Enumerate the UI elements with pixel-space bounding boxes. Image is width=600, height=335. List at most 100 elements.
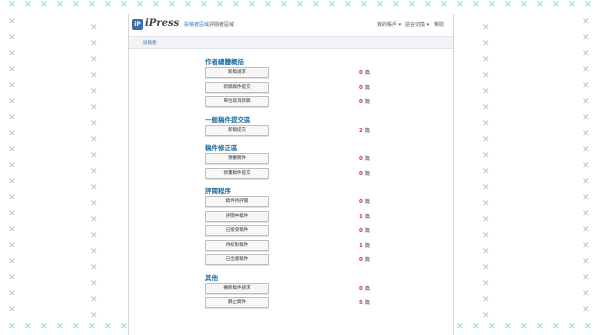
section-title: 一般稿件提交區 xyxy=(205,115,251,124)
cross-decoration-icon: ✕ xyxy=(120,0,128,10)
count-value: 0 xyxy=(359,257,363,263)
cross-decoration-icon: ✕ xyxy=(582,81,590,91)
section-title: 其他 xyxy=(205,273,218,282)
cross-decoration-icon: ✕ xyxy=(482,87,490,97)
cross-decoration-icon: ✕ xyxy=(408,0,416,10)
cross-decoration-icon: ✕ xyxy=(90,55,98,65)
cross-decoration-icon: ✕ xyxy=(90,295,98,305)
cross-decoration-icon: ✕ xyxy=(552,0,560,10)
item-count: 0篇 xyxy=(359,69,370,76)
cross-decoration-icon: ✕ xyxy=(482,279,490,289)
cross-decoration-icon: ✕ xyxy=(440,0,448,10)
cross-decoration-icon: ✕ xyxy=(482,39,490,49)
cross-decoration-icon: ✕ xyxy=(504,0,512,10)
menu-button[interactable]: 單位取消新稿 xyxy=(205,96,269,107)
ipress-logo-icon: iP xyxy=(132,19,143,30)
menu-button[interactable]: 已出版稿件 xyxy=(205,254,269,265)
cross-decoration-icon: ✕ xyxy=(456,322,464,332)
cross-decoration-icon: ✕ xyxy=(582,273,590,283)
menu-button[interactable]: 新稿稿件提交 xyxy=(205,81,269,93)
item-count: 2篇 xyxy=(359,127,370,134)
menu-button[interactable]: 預審稿件 xyxy=(205,153,269,164)
cross-decoration-icon: ✕ xyxy=(8,33,16,43)
cross-decoration-icon: ✕ xyxy=(90,279,98,289)
menu-button[interactable]: 稿件待評閱 xyxy=(205,196,269,207)
cross-decoration-icon: ✕ xyxy=(582,289,590,299)
cross-decoration-icon: ✕ xyxy=(168,0,176,10)
menu-button[interactable]: 新稿提交 xyxy=(205,124,269,136)
cross-decoration-icon: ✕ xyxy=(582,113,590,123)
cross-decoration-icon: ✕ xyxy=(482,119,490,129)
count-unit: 篇 xyxy=(364,285,370,292)
cross-decoration-icon: ✕ xyxy=(344,0,352,10)
cross-decoration-icon: ✕ xyxy=(8,273,16,283)
cross-decoration-icon: ✕ xyxy=(482,55,490,65)
count-unit: 篇 xyxy=(364,257,370,263)
menu-button[interactable]: 評閱中稿件 xyxy=(205,210,269,222)
cross-decoration-icon: ✕ xyxy=(90,167,98,177)
item-count: 0篇 xyxy=(359,84,370,91)
cross-decoration-icon: ✕ xyxy=(90,119,98,129)
cross-decoration-icon: ✕ xyxy=(264,0,272,10)
cross-decoration-icon: ✕ xyxy=(582,49,590,59)
count-value: 0 xyxy=(359,156,363,162)
cross-decoration-icon: ✕ xyxy=(8,113,16,123)
section-title: 稿件修正區 xyxy=(205,144,238,152)
menu-button[interactable]: 修畫稿件提交 xyxy=(205,167,269,179)
item-count: 0篇 xyxy=(359,285,370,292)
count-unit: 篇 xyxy=(364,156,370,162)
menu-button[interactable]: 已接受稿件 xyxy=(205,225,269,236)
cross-decoration-icon: ✕ xyxy=(8,65,16,75)
cross-decoration-icon: ✕ xyxy=(8,289,16,299)
breadcrumb[interactable]: 投稿者 xyxy=(143,40,157,46)
cross-decoration-icon: ✕ xyxy=(520,0,528,10)
menu-button[interactable]: 轉移稿件請求 xyxy=(205,282,269,294)
nav-reviewer-area[interactable]: 評閱者區域 xyxy=(209,21,234,28)
language-menu[interactable]: 語言切換 ▾ xyxy=(405,21,429,28)
cross-decoration-icon: ✕ xyxy=(582,65,590,75)
cross-decoration-icon: ✕ xyxy=(136,0,144,10)
cross-decoration-icon: ✕ xyxy=(56,322,64,332)
cross-decoration-icon: ✕ xyxy=(568,0,576,10)
count-unit: 篇 xyxy=(364,199,370,205)
cross-decoration-icon: ✕ xyxy=(8,161,16,171)
cross-decoration-icon: ✕ xyxy=(90,311,98,321)
section-title: 作者總體概括 xyxy=(205,58,244,66)
account-menu[interactable]: 我的帳戶 ▾ xyxy=(377,21,401,28)
count-value: 0 xyxy=(359,84,363,91)
top-navigation: iP iPress 投稿者區域 評閱者區域 我的帳戶 ▾ 語言切換 ▾ 幫助 xyxy=(129,14,453,36)
cross-decoration-icon: ✕ xyxy=(90,215,98,225)
cross-decoration-icon: ✕ xyxy=(482,151,490,161)
cross-decoration-icon: ✕ xyxy=(582,193,590,203)
cross-decoration-icon: ✕ xyxy=(8,17,16,27)
cross-decoration-icon: ✕ xyxy=(582,17,590,27)
cross-decoration-icon: ✕ xyxy=(8,209,16,219)
cross-decoration-icon: ✕ xyxy=(90,71,98,81)
cross-decoration-icon: ✕ xyxy=(482,311,490,321)
cross-decoration-icon: ✕ xyxy=(56,0,64,10)
cross-decoration-icon: ✕ xyxy=(152,0,160,10)
nav-author-area[interactable]: 投稿者區域 xyxy=(184,21,209,28)
cross-decoration-icon: ✕ xyxy=(582,161,590,171)
cross-decoration-icon: ✕ xyxy=(90,39,98,49)
item-count: 0篇 xyxy=(359,198,370,205)
cross-decoration-icon: ✕ xyxy=(360,0,368,10)
count-value: 1 xyxy=(359,242,363,249)
cross-decoration-icon: ✕ xyxy=(40,322,48,332)
menu-button[interactable]: 新稿請求 xyxy=(205,67,269,78)
cross-decoration-icon: ✕ xyxy=(8,97,16,107)
cross-decoration-icon: ✕ xyxy=(488,0,496,10)
cross-decoration-icon: ✕ xyxy=(536,322,544,332)
cross-decoration-icon: ✕ xyxy=(104,0,112,10)
cross-decoration-icon: ✕ xyxy=(582,241,590,251)
cross-decoration-icon: ✕ xyxy=(90,263,98,273)
item-count: 0篇 xyxy=(359,98,370,105)
menu-button[interactable]: 待校對稿件 xyxy=(205,239,269,251)
cross-decoration-icon: ✕ xyxy=(482,247,490,257)
cross-decoration-icon: ✕ xyxy=(8,225,16,235)
menu-button[interactable]: 靜止稿件 xyxy=(205,297,269,308)
help-link[interactable]: 幫助 xyxy=(434,21,444,28)
cross-decoration-icon: ✕ xyxy=(90,151,98,161)
count-unit: 篇 xyxy=(364,84,370,91)
cross-decoration-icon: ✕ xyxy=(216,0,224,10)
